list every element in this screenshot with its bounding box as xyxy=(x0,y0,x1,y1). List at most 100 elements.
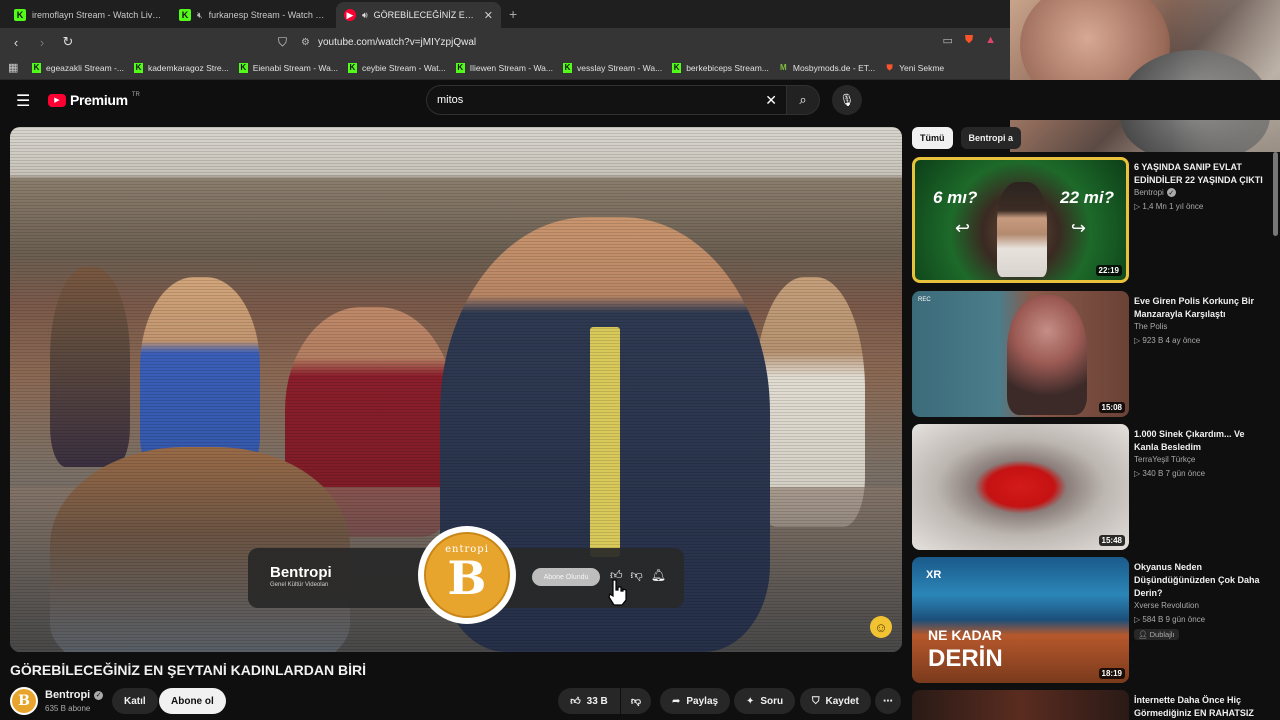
bookmark-item[interactable]: K Eienabi Stream - Wa... xyxy=(238,62,338,73)
brave-shield-icon[interactable]: ⛊ xyxy=(965,34,973,47)
recommendation-item[interactable]: 6 mı? 22 mi? ↩ ↪ 22:19 6 YAŞINDA SANIP E… xyxy=(912,157,1272,285)
bookmark-item[interactable]: K Iliewen Stream - Wa... xyxy=(455,62,553,73)
recommendation-item[interactable]: İnternette Daha Önce Hiç Görmediğiniz EN… xyxy=(912,690,1272,720)
overlay-subscribed-button: Abone Olundu xyxy=(532,568,600,586)
recommendation-item[interactable]: REC 15:08 Eve Giren Polis Korkunç Bir Ma… xyxy=(912,291,1272,419)
recommendation-title[interactable]: İnternette Daha Önce Hiç Görmediğiniz EN… xyxy=(1134,694,1269,720)
kick-icon: K xyxy=(347,62,357,73)
bookmark-item[interactable]: M Mosbymods.de - ET... xyxy=(779,63,875,73)
recommendation-item[interactable]: XR NE KADAR DERİN 18:19 Okyanus Neden Dü… xyxy=(912,557,1272,685)
youtube-logo[interactable]: ▶ Premium TR xyxy=(48,92,140,108)
sidebar-scrollbar[interactable] xyxy=(1273,152,1278,236)
share-button[interactable]: ➦ Paylaş xyxy=(660,688,731,714)
browser-tab-3[interactable]: ▶ 🔊︎ GÖREBİLECEĞİNİZ EN ŞEYTANİ ✕ xyxy=(336,2,501,28)
recommendation-title[interactable]: Eve Giren Polis Korkunç Bir Manzarayla K… xyxy=(1134,295,1269,321)
clear-search-icon[interactable]: ✕ xyxy=(765,92,777,109)
like-button[interactable]: 👍︎ 33 B xyxy=(558,688,620,714)
bookmark-item[interactable]: Kberkebiceps Stream... xyxy=(672,62,769,73)
channel-avatar[interactable]: B xyxy=(10,687,38,715)
search-button[interactable]: ⌕ xyxy=(786,85,820,115)
recommendation-meta-text: 923 B 4 ay önce xyxy=(1142,336,1201,345)
chip-all[interactable]: Tümü xyxy=(912,127,953,149)
bookmark-item[interactable]: Kceybie Stream - Wat... xyxy=(347,62,446,73)
recommendation-title[interactable]: 6 YAŞINDA SANIP EVLAT EDİNDİLER 22 YAŞIN… xyxy=(1134,161,1269,187)
thumbnail-text: 22 mi? xyxy=(1060,188,1114,207)
bookmark-label: kademkaragoz Stre... xyxy=(147,62,229,73)
thumbnail-text: 6 mı? xyxy=(933,188,978,207)
browser-tab-1[interactable]: K iremoflayn Stream - Watch Live on Ki xyxy=(6,2,171,28)
video-thumbnail[interactable]: REC 15:08 xyxy=(912,291,1129,417)
video-duration: 18:19 xyxy=(1098,668,1125,679)
more-icon: ⋯ xyxy=(883,695,893,707)
recommendation-meta-text: 584 B 9 gün önce xyxy=(1142,615,1206,624)
subscribe-button[interactable]: Abone ol xyxy=(159,688,226,714)
dubbed-badge: 👤︎ Dublajlı xyxy=(1134,629,1179,640)
chip-channel[interactable]: Bentropi a xyxy=(960,127,1022,149)
subscribe-overlay: Bentropi Genel Kültür Videoları entropi … xyxy=(248,526,684,624)
arrow-icon: ↩ xyxy=(955,218,971,238)
bookmark-item[interactable]: Kkademkaragoz Stre... xyxy=(133,62,229,73)
join-button[interactable]: Katıl xyxy=(112,688,158,714)
thumbnail-logo: XR xyxy=(926,569,942,581)
save-button[interactable]: ⛉ Kaydet xyxy=(800,688,871,714)
dubbed-label: Dublajlı xyxy=(1149,630,1175,639)
thumbs-down-icon: 👎︎ xyxy=(630,568,643,582)
bookmark-item[interactable]: Kvesslay Stream - Wa... xyxy=(563,62,662,73)
reload-icon[interactable]: ↻ xyxy=(58,34,78,50)
bookmark-item[interactable]: ⛊ Yeni Sekme xyxy=(885,63,945,73)
save-icon: ⛉ xyxy=(812,695,820,707)
audio-icon: 🔊︎ xyxy=(362,9,368,20)
bookmark-item[interactable]: Kegeazakli Stream -... xyxy=(32,62,124,73)
recommendation-meta: ▷ 584 B 9 gün önce xyxy=(1134,615,1206,624)
video-title: GÖREBİLECEĞİNİZ EN ŞEYTANİ KADINLARDAN B… xyxy=(10,662,366,678)
search-box: ✕ xyxy=(426,85,788,115)
video-thumbnail[interactable] xyxy=(912,690,1129,720)
recommendation-title[interactable]: Okyanus Neden Düşündüğünüzden Çok Daha D… xyxy=(1134,561,1269,600)
kick-icon: K xyxy=(14,9,26,21)
more-actions-button[interactable]: ⋯ xyxy=(875,688,901,714)
kick-icon: K xyxy=(563,62,572,73)
channel-logo: entropi B xyxy=(418,526,516,624)
bookmark-icon[interactable]: ⛉ xyxy=(278,35,287,50)
hamburger-menu-icon[interactable]: ☰ xyxy=(16,91,30,111)
search-input[interactable] xyxy=(437,94,766,106)
microphone-icon: 🎙︎ xyxy=(839,93,855,107)
recommendation-item[interactable]: 15:48 1.000 Sinek Çıkardım... Ve Kanla B… xyxy=(912,424,1272,552)
browser-tab-2[interactable]: K 🔇︎ furkanesp Stream - Watch Live on xyxy=(171,2,336,28)
video-player[interactable]: Bentropi Genel Kültür Videoları entropi … xyxy=(10,127,902,652)
forward-icon[interactable]: › xyxy=(32,35,52,50)
bookmark-label: Iliewen Stream - Wa... xyxy=(469,62,553,73)
site-info-icon[interactable]: ⚙ xyxy=(301,37,310,48)
share-icon: ➦ xyxy=(672,695,681,707)
brave-rewards-icon[interactable]: ▲ xyxy=(985,34,996,47)
address-bar-actions: ▭ ⛊ ▲ xyxy=(942,34,996,47)
apps-grid-icon[interactable]: ▦ xyxy=(8,61,22,74)
browser-tab-bar: K iremoflayn Stream - Watch Live on Ki K… xyxy=(0,0,1010,28)
recommendation-title[interactable]: 1.000 Sinek Çıkardım... Ve Kanla Besledi… xyxy=(1134,428,1269,454)
video-thumbnail[interactable]: XR NE KADAR DERİN 18:19 xyxy=(912,557,1129,683)
bookmarks-bar: ▦ Kegeazakli Stream -... Kkademkaragoz S… xyxy=(0,56,1010,80)
hand-cursor-icon xyxy=(608,579,627,606)
video-thumbnail[interactable]: 15:48 xyxy=(912,424,1129,550)
bookmark-label: egeazakli Stream -... xyxy=(46,62,124,73)
channel-name-row[interactable]: Bentropi ✓ xyxy=(45,689,104,701)
recommendation-meta: ▷ 923 B 4 ay önce xyxy=(1134,336,1201,345)
new-tab-icon[interactable]: + xyxy=(509,6,517,22)
dislike-button[interactable]: 👎︎ xyxy=(621,688,651,714)
ask-button[interactable]: ✦ Soru xyxy=(734,688,796,714)
close-icon[interactable]: ✕ xyxy=(484,9,493,22)
thumbnail-text: DERİN xyxy=(928,645,1003,672)
cast-icon[interactable]: ▭ xyxy=(942,34,952,47)
recommendation-channel: The Polis xyxy=(1134,322,1168,331)
tab-title: GÖREBİLECEĞİNİZ EN ŞEYTANİ xyxy=(373,10,478,20)
overlay-tagline: Genel Kültür Videoları xyxy=(270,582,329,588)
video-thumbnail[interactable]: 6 mı? 22 mi? ↩ ↪ 22:19 xyxy=(912,157,1129,283)
back-icon[interactable]: ‹ xyxy=(6,35,26,50)
kick-icon: K xyxy=(238,62,248,73)
url-field[interactable]: youtube.com/watch?v=jMIYzpjQwal xyxy=(318,37,476,48)
voice-search-button[interactable]: 🎙︎ xyxy=(832,85,862,115)
channel-logo-letter: B xyxy=(447,550,487,605)
recommendation-meta-text: 340 B 7 gün önce xyxy=(1142,469,1206,478)
kick-icon: K xyxy=(179,9,191,21)
angel-emoji-icon: ☺ xyxy=(870,616,892,638)
